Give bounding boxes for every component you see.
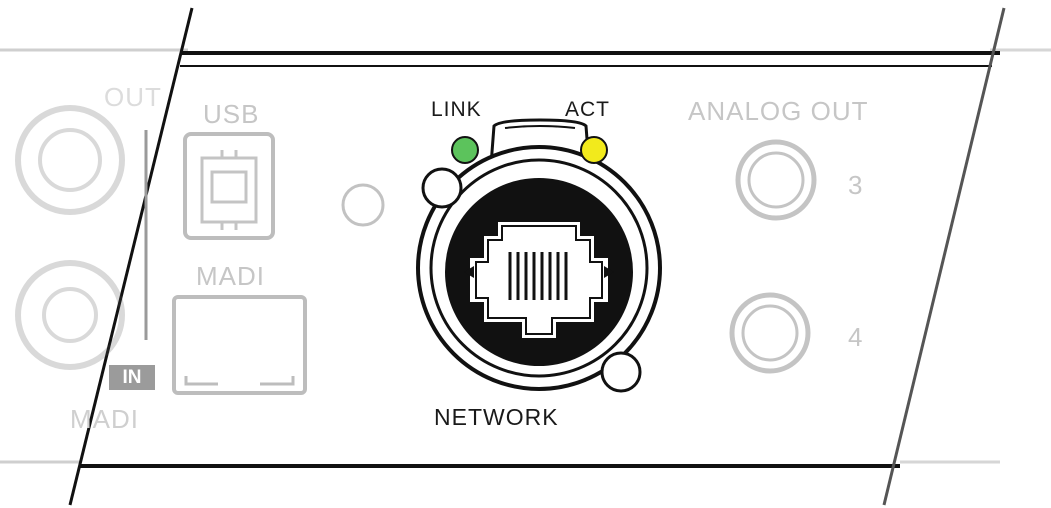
cut-line-right <box>882 7 1006 506</box>
out-label-partial: OUT <box>104 82 162 112</box>
link-led <box>451 136 479 164</box>
usb-label: USB <box>203 99 260 129</box>
bnc-connector-icon <box>15 105 125 215</box>
act-led <box>580 136 608 164</box>
jack-socket-icon <box>729 292 811 374</box>
panel-diagram: OUT USB MADI IN MADI LINK ACT NETWORK AN… <box>0 0 1051 508</box>
panel-drawing <box>0 7 1051 506</box>
madi-bottom-label: MADI <box>70 404 139 434</box>
analog-out-label: ANALOG OUT <box>688 96 869 126</box>
led-icon <box>341 183 385 227</box>
ethercon-rj45-icon <box>416 118 662 391</box>
led-icon <box>600 351 642 393</box>
link-label: LINK <box>431 98 482 121</box>
bnc-connector-icon <box>15 260 125 370</box>
led-icon <box>421 167 463 209</box>
jack-socket-icon <box>735 139 817 221</box>
act-label: ACT <box>565 98 610 121</box>
usb-b-port-icon <box>183 132 275 240</box>
madi-label: MADI <box>196 261 265 291</box>
in-badge: IN <box>109 365 155 390</box>
network-label: NETWORK <box>434 404 559 430</box>
faded-left-connectors <box>15 105 125 370</box>
madi-port-icon <box>172 295 307 395</box>
channel-4-label: 4 <box>848 322 864 352</box>
channel-3-label: 3 <box>848 170 864 200</box>
